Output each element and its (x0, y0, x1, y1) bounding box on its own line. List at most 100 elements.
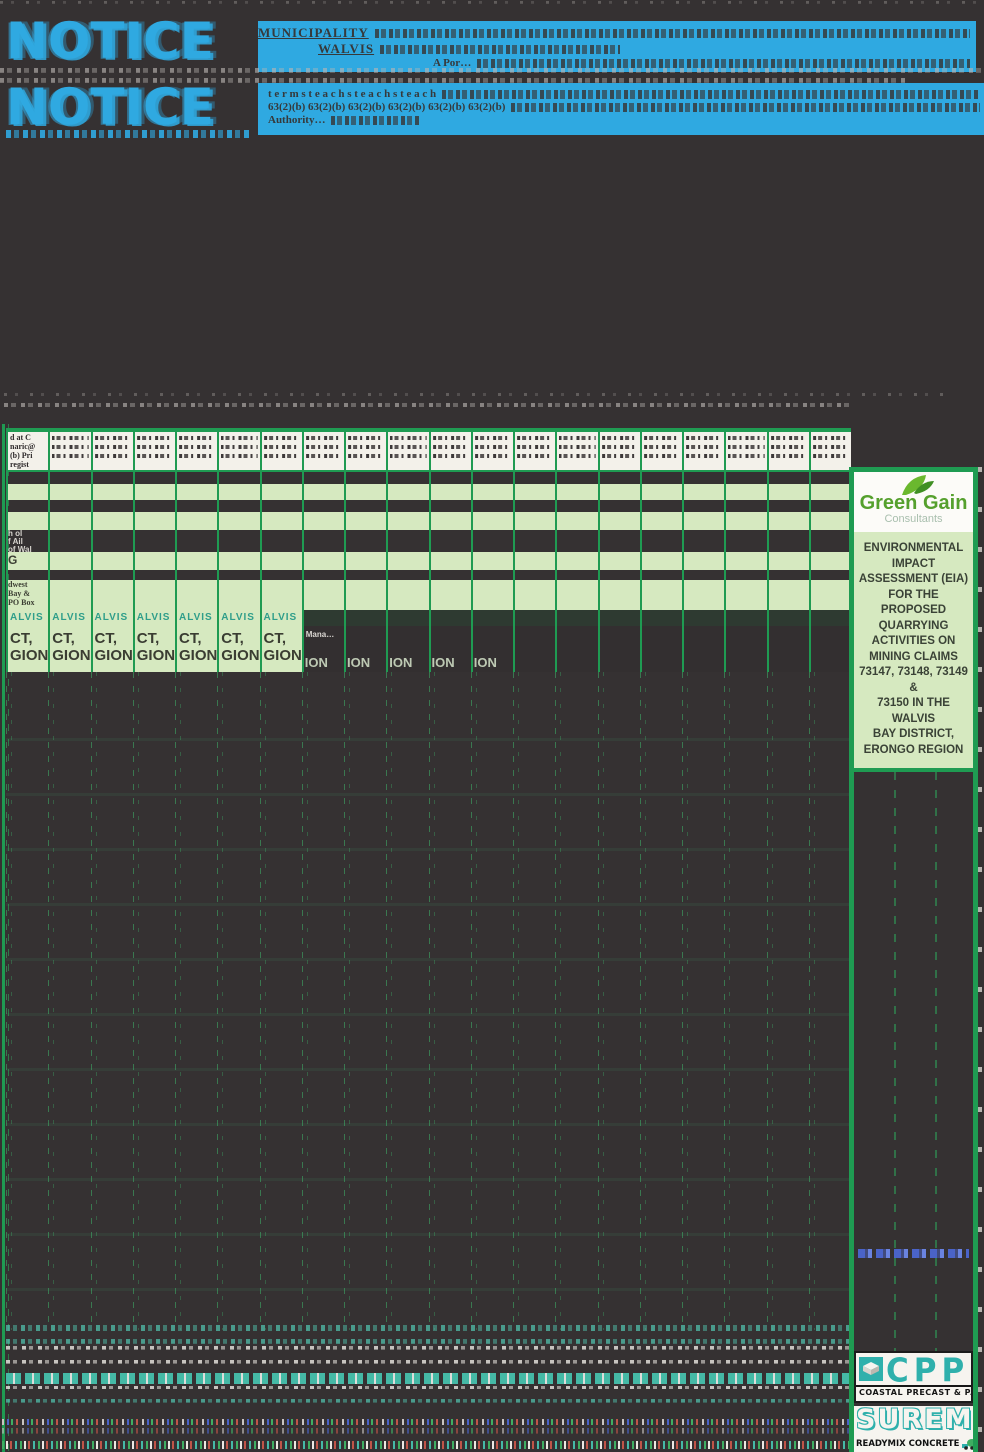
notice1-line1: MUNICIPALITY (258, 25, 976, 41)
garbled-smallprint-row (2, 1440, 982, 1450)
table-cell-band (428, 472, 471, 484)
garbled-text (52, 444, 89, 451)
table-cell-band (386, 580, 429, 610)
green-gain-logo: Green Gain Consultants (854, 472, 973, 532)
district-region-cell: CT, GION (90, 626, 133, 672)
text-fragment: ION (304, 655, 328, 670)
table-cell-band (6, 512, 49, 530)
table-cell-band (48, 512, 91, 530)
table-cell-band (259, 472, 302, 484)
column-header-cell (428, 432, 471, 472)
alvis-band (808, 610, 851, 626)
table-column: ALVIS CT, GION (259, 432, 302, 1330)
column-body (513, 672, 555, 1330)
table-cell-band (555, 552, 598, 570)
table-column (766, 432, 809, 1330)
garbled-text (348, 435, 385, 442)
text-fragment: dwest (8, 580, 28, 589)
region-text: GION (221, 647, 260, 664)
garbled-teal-row (6, 1337, 851, 1345)
garbled-text (643, 435, 680, 442)
suremix-logo: SUREMIX READYMIX CONCRETE T… (854, 1406, 973, 1452)
column-header-cell: d at Cnaric@ (b) Pri regist (6, 432, 49, 472)
text-fragment: regist (10, 460, 29, 469)
table-cell-band (513, 500, 555, 512)
table-cell-band (808, 512, 851, 530)
garbled-text (52, 435, 89, 442)
column-body (217, 672, 259, 1330)
column-header-cell (682, 432, 725, 472)
eia-text-line: QUARRYING (878, 619, 949, 632)
column-header-cell (766, 432, 809, 472)
table-cell-band (301, 484, 344, 500)
advert-column-body (854, 772, 973, 1351)
column-header-cell (470, 432, 513, 472)
garbled-teal-row (6, 1398, 851, 1404)
garbled-text (432, 444, 469, 451)
table-cell-band (344, 484, 387, 500)
table-cell-band (513, 570, 555, 580)
region-text: GION (179, 647, 218, 664)
table-column: ION (386, 432, 429, 1330)
table-cell-band (259, 552, 302, 570)
table-cell-band (513, 530, 555, 552)
garbled-text (374, 28, 970, 38)
eia-advert: Green Gain Consultants ENVIRONMENTAL IMPA… (854, 467, 973, 772)
column-body (639, 672, 682, 1330)
district-text: CT, (179, 630, 202, 647)
table-cell-band (175, 530, 217, 552)
district-region-cell: ION Mana… (301, 626, 344, 672)
garbled-text (432, 453, 469, 460)
small-print-strip (2, 1418, 982, 1452)
table-cell-band (766, 530, 809, 552)
table-cell-band (6, 500, 48, 512)
alvis-band (428, 610, 471, 626)
eia-text-line: ENVIRONMENTAL (863, 542, 964, 554)
column-header-cell (555, 432, 598, 472)
notice1-subtitle: WALVIS (318, 41, 375, 56)
table-cell-band (513, 472, 555, 484)
region-text: GION (136, 647, 175, 664)
region-text: GION (52, 647, 91, 664)
garbled-text (221, 435, 258, 442)
table-cell-band (597, 580, 640, 610)
column-body (344, 672, 386, 1330)
district-text: CT, (263, 630, 287, 647)
text-fragment: ION (347, 655, 371, 670)
garbled-text (136, 453, 173, 460)
table-cell-band (597, 552, 640, 570)
text-fragment: Bay & (8, 589, 30, 598)
column-body (175, 672, 217, 1330)
garbled-smallprint-row (2, 1418, 982, 1427)
table-cell-band (682, 580, 725, 610)
classifieds-table: d at Cnaric@ (b) Pri regist h ol f Ail of Wal… (2, 424, 982, 1452)
eia-text-line: ASSESSMENT (EIA) (858, 573, 969, 585)
table-cell-band (301, 472, 344, 484)
column-header-cell (259, 432, 302, 472)
table-cell-band (386, 570, 428, 580)
suremix-tagline-row: READYMIX CONCRETE T… (856, 1438, 973, 1450)
district-region-cell (766, 626, 809, 672)
table-cell-band (724, 580, 767, 610)
table-column (513, 432, 556, 1330)
table-cell-band (808, 484, 851, 500)
garbled-text (305, 435, 342, 442)
alvis-band: ALVIS (6, 610, 49, 626)
table-cell-band (766, 472, 809, 484)
advert-column: Green Gain Consultants ENVIRONMENTAL IMPA… (849, 467, 978, 1452)
garbled-text (331, 116, 422, 125)
eia-advert-text: ENVIRONMENTAL IMPACT ASSESSMENT (EIA) FOR T… (854, 532, 973, 768)
column-header-cell (386, 432, 429, 472)
table-cell-band (344, 580, 387, 610)
district-region-cell: CT, GION (217, 626, 260, 672)
alvis-band: ALVIS (132, 610, 175, 626)
table-cell-band (217, 512, 260, 530)
table-cell-band (132, 484, 175, 500)
text-fragment: ION (389, 655, 413, 670)
table-cell-band (513, 580, 556, 610)
table-cell-band (217, 500, 259, 512)
table-cell-band (90, 512, 133, 530)
notice2-line2: 63(2)(b) 63(2)(b) 63(2)(b) 63(2)(b) 63(2… (268, 101, 984, 114)
district-region-cell (682, 626, 725, 672)
